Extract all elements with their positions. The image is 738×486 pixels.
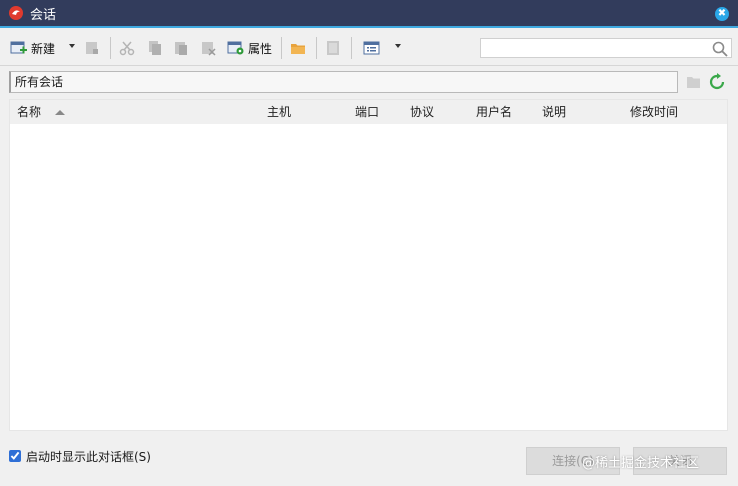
open-button (325, 38, 341, 58)
folder-up-icon (687, 77, 700, 88)
toolbar-separator (316, 37, 317, 59)
column-header-username[interactable]: 用户名 (476, 100, 512, 124)
search-input[interactable] (481, 39, 709, 57)
new-session-label: 新建 (31, 41, 56, 56)
show-on-startup-option: 启动时显示此对话框(S) (9, 448, 151, 465)
session-icon (86, 42, 98, 54)
session-list[interactable]: 名称 主机 端口 协议 用户名 说明 修改时间 (9, 99, 728, 431)
copy-icon (149, 41, 161, 55)
document-icon (327, 41, 339, 55)
watermark-text: @稀土掘金技术社区 (582, 456, 700, 471)
column-header-name[interactable]: 名称 (17, 100, 41, 124)
toolbar-separator (351, 37, 352, 59)
new-session-button[interactable]: 新建 (10, 38, 55, 58)
folder-icon (291, 44, 305, 54)
paste-button (173, 38, 189, 58)
column-header-modified-time[interactable]: 修改时间 (630, 100, 678, 124)
view-list-icon (363, 41, 380, 55)
cut-icon (119, 41, 135, 56)
search-icon[interactable] (712, 41, 728, 57)
copy-button (146, 38, 162, 58)
close-window-button[interactable]: ✖ (715, 7, 729, 21)
session-path-bar[interactable]: 所有会话 (9, 71, 678, 93)
toolbar-separator (110, 37, 111, 59)
show-on-startup-label[interactable]: 启动时显示此对话框(S) (26, 448, 151, 465)
list-header: 名称 主机 端口 协议 用户名 说明 修改时间 (10, 100, 727, 124)
title-bar: 会话 ✖ (0, 0, 738, 28)
properties-button[interactable]: 属性 (227, 38, 272, 58)
refresh-icon[interactable] (708, 73, 726, 91)
open-folder-button (84, 38, 100, 58)
properties-icon (227, 41, 244, 55)
search-box (480, 38, 732, 58)
show-on-startup-checkbox[interactable] (9, 450, 21, 462)
properties-label: 属性 (248, 41, 273, 56)
column-header-host[interactable]: 主机 (267, 100, 291, 124)
delete-icon (202, 42, 216, 56)
column-header-description[interactable]: 说明 (542, 100, 566, 124)
window-title: 会话 (30, 7, 57, 23)
delete-button (200, 38, 216, 58)
new-session-icon (10, 41, 27, 54)
cut-button (119, 38, 135, 58)
toolbar-separator (281, 37, 282, 59)
sort-ascending-icon (55, 110, 65, 115)
new-folder-button[interactable] (290, 38, 307, 58)
close-icon: ✖ (717, 8, 727, 19)
view-mode-dropdown-arrow[interactable] (395, 44, 401, 48)
paste-icon (175, 42, 187, 55)
column-header-port[interactable]: 端口 (355, 100, 379, 124)
column-header-protocol[interactable]: 协议 (410, 100, 434, 124)
view-mode-button[interactable] (363, 38, 381, 58)
new-session-dropdown-arrow[interactable] (69, 44, 75, 48)
app-logo-icon (9, 6, 23, 20)
session-path-text: 所有会话 (15, 75, 64, 89)
